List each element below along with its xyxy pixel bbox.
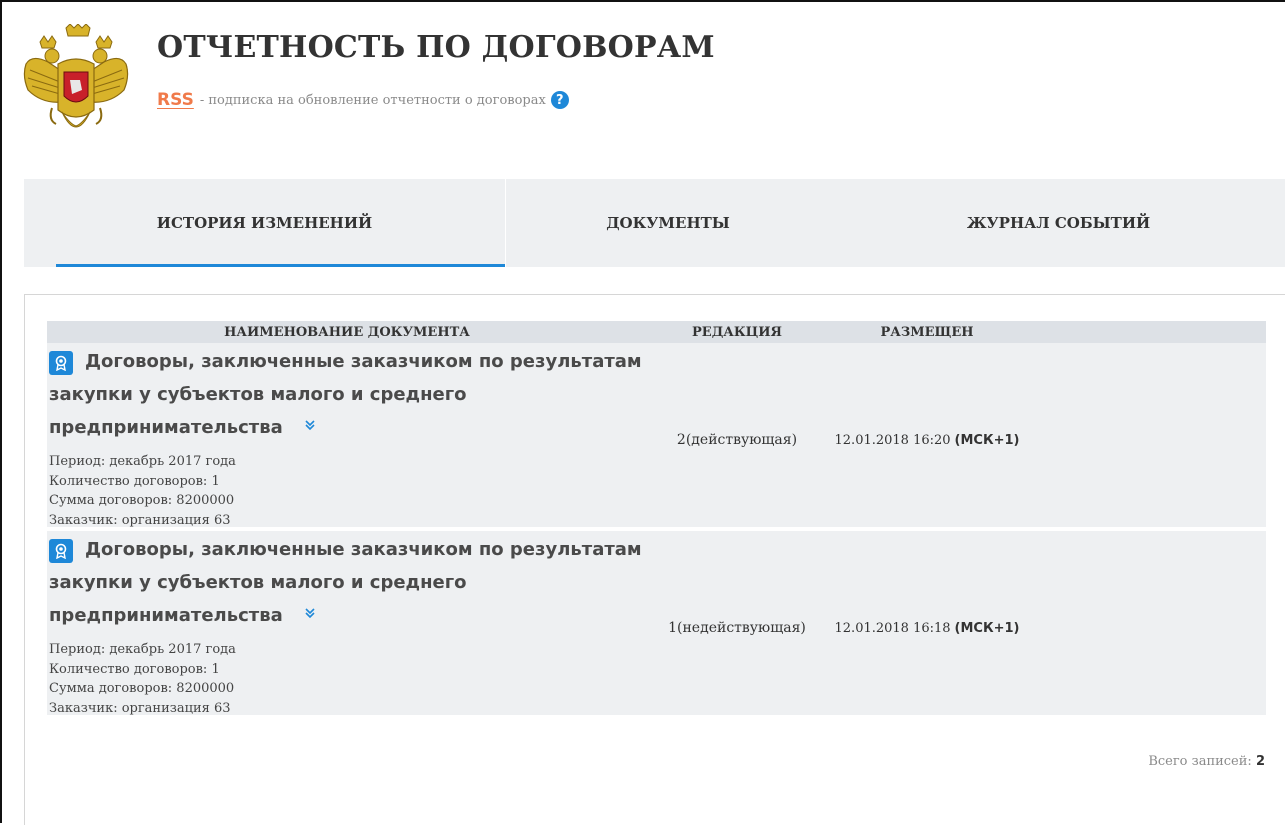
- question-circle-icon[interactable]: ?: [550, 91, 569, 109]
- content-panel: НАИМЕНОВАНИЕ ДОКУМЕНТА РЕДАКЦИЯ РАЗМЕЩЕН…: [24, 294, 1285, 825]
- document-cell: Договоры, заключенные заказчиком по резу…: [47, 531, 649, 718]
- history-table: НАИМЕНОВАНИЕ ДОКУМЕНТА РЕДАКЦИЯ РАЗМЕЩЕН…: [47, 321, 1266, 718]
- document-customer: Заказчик: организация 63: [49, 512, 231, 528]
- posted-cell: 12.01.2018 16:18 (МСК+1): [827, 531, 1027, 715]
- subscription-line: RSS - подписка на обновление отчетности …: [157, 90, 569, 110]
- rss-description: - подписка на обновление отчетности о до…: [199, 92, 546, 108]
- document-period: Период: декабрь 2017 года: [49, 454, 236, 469]
- award-badge-icon: [49, 539, 73, 563]
- table-row: Договоры, заключенные заказчиком по резу…: [47, 343, 1266, 530]
- document-title-block: Договоры, заключенные заказчиком по резу…: [49, 533, 649, 632]
- document-sum: Сумма договоров: 8200000: [49, 681, 235, 696]
- tab-event-log[interactable]: ЖУРНАЛ СОБЫТИЙ: [830, 179, 1285, 267]
- column-header-edition[interactable]: РЕДАКЦИЯ: [647, 325, 827, 340]
- document-title-block: Договоры, заключенные заказчиком по резу…: [49, 345, 649, 444]
- document-count: Количество договоров: 1: [49, 661, 220, 677]
- double-chevron-down-icon[interactable]: [299, 607, 316, 623]
- column-header-posted[interactable]: РАЗМЕЩЕН: [827, 325, 1027, 340]
- document-meta: Период: декабрь 2017 года Количество дог…: [49, 452, 647, 530]
- document-cell: Договоры, заключенные заказчиком по резу…: [47, 343, 649, 530]
- posted-timezone: (МСК+1): [954, 432, 1020, 448]
- tab-bar: ИСТОРИЯ ИЗМЕНЕНИЙ ДОКУМЕНТЫ ЖУРНАЛ СОБЫТ…: [24, 179, 1285, 267]
- table-row: Договоры, заключенные заказчиком по резу…: [47, 531, 1266, 718]
- posted-timezone: (МСК+1): [954, 620, 1020, 636]
- posted-date: 12.01.2018 16:18: [834, 620, 951, 636]
- total-value: 2: [1255, 754, 1265, 769]
- document-customer: Заказчик: организация 63: [49, 700, 231, 716]
- total-label: Всего записей:: [1148, 754, 1252, 769]
- document-title-link[interactable]: Договоры, заключенные заказчиком по резу…: [49, 539, 642, 626]
- document-meta: Период: декабрь 2017 года Количество дог…: [49, 640, 647, 718]
- posted-date: 12.01.2018 16:20: [834, 432, 951, 448]
- award-badge-icon: [49, 351, 73, 375]
- page-title: ОТЧЕТНОСТЬ ПО ДОГОВОРАМ: [157, 30, 715, 65]
- document-period: Период: декабрь 2017 года: [49, 642, 236, 657]
- total-records: Всего записей: 2: [1148, 754, 1265, 769]
- tab-history[interactable]: ИСТОРИЯ ИЗМЕНЕНИЙ: [24, 179, 506, 267]
- tab-documents[interactable]: ДОКУМЕНТЫ: [506, 179, 830, 267]
- double-chevron-down-icon[interactable]: [299, 419, 316, 435]
- document-sum: Сумма договоров: 8200000: [49, 493, 235, 508]
- rss-link[interactable]: RSS: [157, 90, 194, 110]
- coat-of-arms-icon: [23, 24, 129, 128]
- edition-cell: 1(недействующая): [668, 620, 806, 636]
- table-header: НАИМЕНОВАНИЕ ДОКУМЕНТА РЕДАКЦИЯ РАЗМЕЩЕН: [47, 321, 1266, 343]
- page-frame: ОТЧЕТНОСТЬ ПО ДОГОВОРАМ RSS - подписка н…: [0, 0, 1285, 825]
- edition-cell: 2(действующая): [676, 432, 798, 448]
- column-header-name[interactable]: НАИМЕНОВАНИЕ ДОКУМЕНТА: [47, 325, 647, 340]
- posted-cell: 12.01.2018 16:20 (МСК+1): [827, 343, 1027, 527]
- document-title-link[interactable]: Договоры, заключенные заказчиком по резу…: [49, 351, 642, 438]
- document-count: Количество договоров: 1: [49, 473, 220, 489]
